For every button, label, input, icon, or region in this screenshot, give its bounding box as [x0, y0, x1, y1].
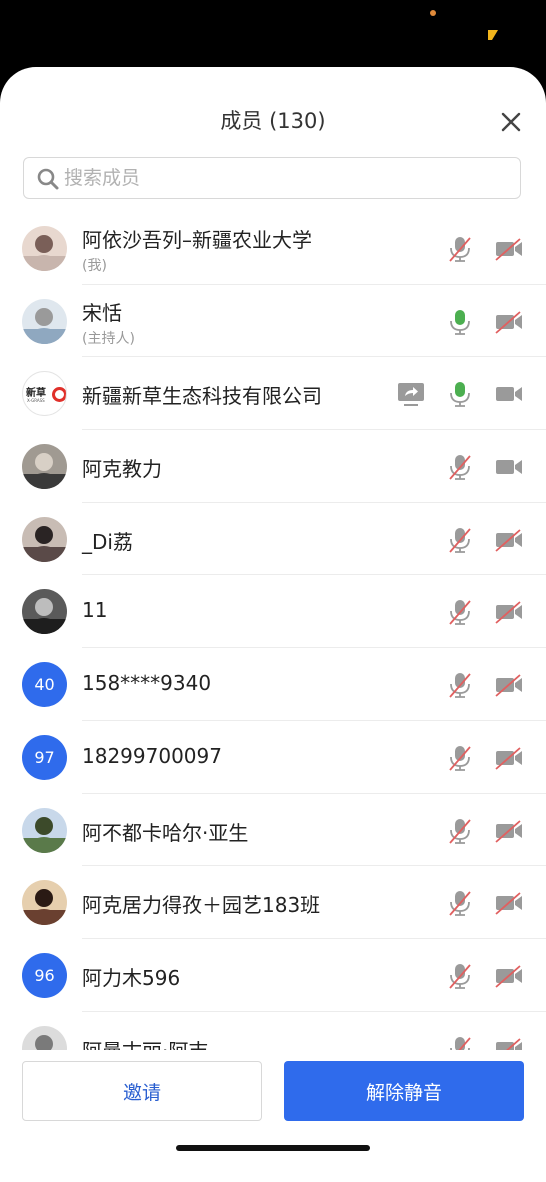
avatar: 97 [22, 734, 67, 780]
member-role: (我) [82, 258, 107, 274]
mic-muted-icon[interactable] [445, 1034, 475, 1050]
status-app-icon [488, 30, 498, 40]
member-row[interactable]: 阿克居力得孜＋园艺183班 [0, 866, 546, 939]
member-row[interactable]: 阿曼古丽·阿吉 [0, 1012, 546, 1050]
member-row[interactable]: 阿依沙吾列–新疆农业大学 (我) [0, 212, 546, 285]
avatar [22, 226, 67, 271]
company-logo-avatar: 新草 X-GRASS [22, 371, 67, 417]
camera-off-icon[interactable] [494, 307, 524, 337]
member-list[interactable]: 阿依沙吾列–新疆农业大学 (我) 宋恬 (主持人) 新草 X-GRASS 新疆新草生态科技有… [0, 212, 546, 1050]
member-name: 阿克居力得孜＋园艺183班 [82, 893, 321, 918]
home-indicator[interactable] [176, 1145, 370, 1151]
mic-muted-icon[interactable] [445, 816, 475, 846]
member-row[interactable]: 宋恬 (主持人) [0, 285, 546, 358]
member-row[interactable]: 阿克教力 [0, 430, 546, 503]
mic-muted-icon[interactable] [445, 670, 475, 700]
close-icon[interactable] [496, 107, 526, 137]
screen-share-icon[interactable] [396, 379, 426, 409]
member-row[interactable]: 11 [0, 575, 546, 648]
mic-muted-icon[interactable] [445, 961, 475, 991]
sheet-header: 成员 (130) [0, 67, 546, 167]
member-name: 阿曼古丽·阿吉 [82, 1035, 208, 1050]
logo-text: 新草 [26, 388, 46, 400]
footer-bar: 邀请 解除静音 [0, 1050, 546, 1182]
search-icon [37, 168, 59, 190]
mic-muted-icon[interactable] [445, 888, 475, 918]
camera-off-icon[interactable] [494, 888, 524, 918]
camera-off-icon[interactable] [494, 670, 524, 700]
avatar: 96 [22, 952, 67, 998]
mic-icon[interactable] [445, 379, 475, 409]
member-name: 阿力木596 [82, 965, 181, 990]
member-name: 宋恬 [82, 300, 122, 325]
avatar: 40 [22, 662, 67, 708]
camera-off-icon[interactable] [494, 1034, 524, 1050]
member-row[interactable]: 新草 X-GRASS 新疆新草生态科技有限公司 [0, 357, 546, 430]
member-name: 阿克教力 [82, 457, 162, 482]
avatar [22, 807, 67, 853]
avatar [22, 444, 67, 490]
mic-muted-icon[interactable] [445, 525, 475, 555]
member-row[interactable]: _Di荔 [0, 503, 546, 576]
camera-off-icon[interactable] [494, 525, 524, 555]
member-name: 阿不都卡哈尔·亚生 [82, 820, 249, 845]
avatar [22, 298, 67, 344]
status-indicator-dot [430, 10, 436, 16]
logo-subtext: X-GRASS [27, 398, 45, 404]
camera-off-icon[interactable] [494, 743, 524, 773]
mic-icon[interactable] [445, 307, 475, 337]
members-sheet: 成员 (130) 阿依沙吾列–新疆农业大学 (我) 宋恬 (主持人) 新草X-GRASS… [0, 67, 546, 1182]
camera-icon[interactable] [494, 379, 524, 409]
mic-muted-icon[interactable] [445, 743, 475, 773]
search-input[interactable] [64, 158, 504, 198]
avatar [22, 1025, 67, 1050]
camera-off-icon[interactable] [494, 961, 524, 991]
members-title: 成员 (130) [220, 109, 326, 133]
search-box[interactable] [23, 157, 521, 199]
avatar [22, 589, 67, 635]
member-name: 新疆新草生态科技有限公司 [82, 384, 322, 409]
invite-button[interactable]: 邀请 [22, 1061, 262, 1121]
member-name: 18299700097 [82, 743, 222, 768]
member-name: 11 [82, 598, 108, 623]
logo-ring-icon [52, 387, 66, 403]
camera-off-icon[interactable] [494, 816, 524, 846]
mic-muted-icon[interactable] [445, 452, 475, 482]
member-row[interactable]: 阿不都卡哈尔·亚生 [0, 794, 546, 867]
member-name: 158****9340 [82, 671, 212, 696]
avatar [22, 516, 67, 562]
mic-muted-icon[interactable] [445, 597, 475, 627]
camera-off-icon[interactable] [494, 597, 524, 627]
member-name: 阿依沙吾列–新疆农业大学 [82, 228, 312, 252]
camera-off-icon[interactable] [494, 234, 524, 264]
member-row[interactable]: 40 158****9340 [0, 648, 546, 721]
member-row[interactable]: 97 18299700097 [0, 721, 546, 794]
unmute-button[interactable]: 解除静音 [284, 1061, 524, 1121]
member-role: (主持人) [82, 330, 135, 347]
avatar [22, 880, 67, 926]
member-name: _Di荔 [82, 529, 133, 554]
camera-icon[interactable] [494, 452, 524, 482]
member-row[interactable]: 96 阿力木596 [0, 939, 546, 1012]
mic-muted-icon[interactable] [445, 234, 475, 264]
